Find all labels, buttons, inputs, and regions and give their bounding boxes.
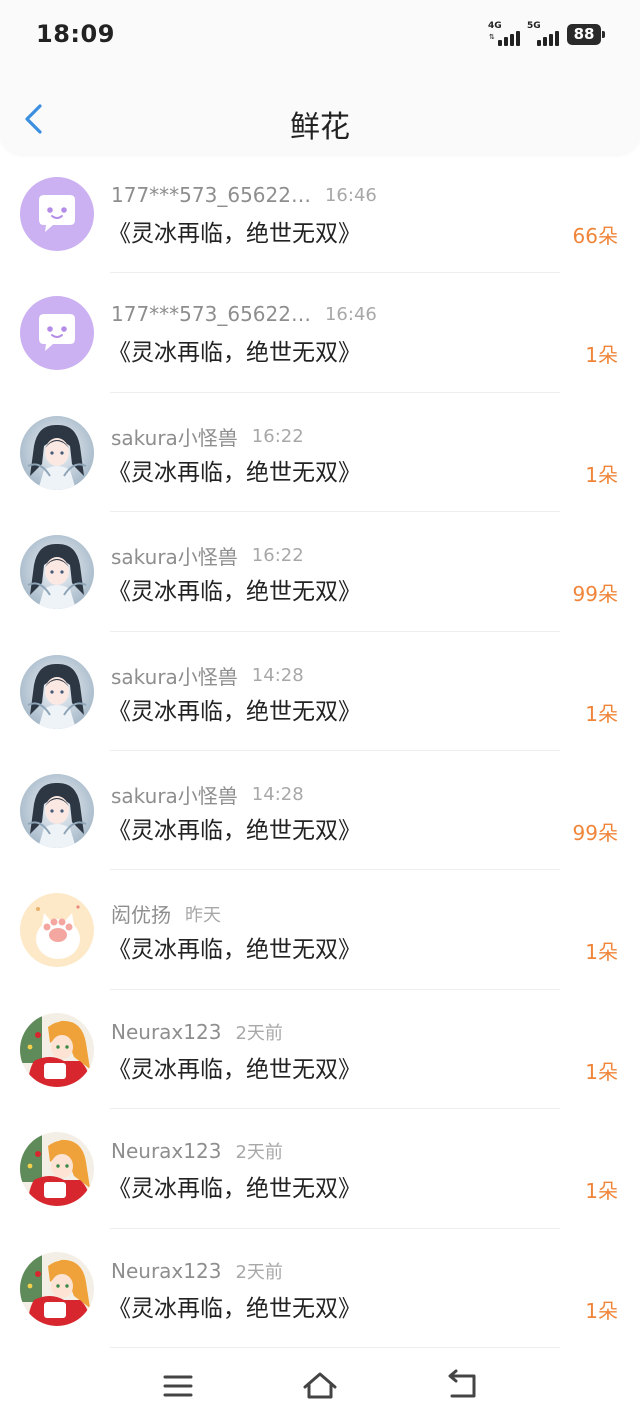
item-time: 16:22 [251,425,304,447]
sender-name: Neurax123 [111,1019,222,1044]
status-bar: 18:09 4G ⇅ 5G 88 [0,0,640,70]
system-back-button[interactable] [442,1368,482,1404]
sender-name: 177***573_65622… [111,183,311,207]
flower-count: 1朵 [585,1179,618,1204]
item-meta: Neurax123 2天前 [111,1258,283,1284]
flower-list: 177***573_65622… 16:46 《灵冰再临，绝世无双》 66朵 177**… [0,154,640,1348]
avatar[interactable] [20,415,94,490]
flower-list-item[interactable]: sakura小怪兽 14:28 《灵冰再临，绝世无双》 99朵 [0,751,640,871]
avatar[interactable] [20,1012,94,1087]
item-time: 昨天 [185,904,221,926]
flower-list-item[interactable]: sakura小怪兽 14:28 《灵冰再临，绝世无双》 1朵 [0,632,640,751]
flower-count: 1朵 [585,940,618,965]
item-meta: 177***573_65622… 16:46 [111,183,377,209]
item-time: 2天前 [235,1142,283,1164]
avatar[interactable] [20,1132,94,1207]
item-meta: sakura小怪兽 16:22 [111,422,304,450]
sender-name: sakura小怪兽 [111,664,238,689]
row-divider [110,1346,560,1348]
sender-name: sakura小怪兽 [111,425,238,450]
menu-icon [163,1375,193,1397]
item-meta: 177***573_65622… 16:46 [111,302,377,328]
sender-name: Neurax123 [111,1258,222,1283]
sender-name: sakura小怪兽 [111,545,238,570]
flower-count: 1朵 [585,1059,618,1084]
work-title: 《灵冰再临，绝世无双》 [108,221,361,247]
back-icon [448,1369,476,1398]
flower-list-item[interactable]: Neurax123 2天前《灵冰再临，绝世无双》 1朵 [0,1229,640,1348]
flower-count: 99朵 [572,582,618,607]
page-title: 鲜花 [290,110,350,145]
avatar[interactable] [20,893,94,968]
flower-count: 1朵 [585,1298,618,1323]
battery-icon: 88 [567,24,605,45]
flower-list-item[interactable]: sakura小怪兽 16:22 《灵冰再临，绝世无双》 99朵 [0,512,640,632]
work-title: 《灵冰再临，绝世无双》 [108,579,361,606]
flower-count: 1朵 [585,701,618,726]
signal-5g-icon: 5G [527,22,561,46]
avatar[interactable] [20,773,94,848]
flower-list-item[interactable]: Neurax123 2天前《灵冰再临，绝世无双》 1朵 [0,1109,640,1229]
data-arrows-icon: ⇅ [489,33,495,41]
signal-4g-label: 4G [488,21,502,31]
item-time: 14:28 [251,783,304,805]
avatar[interactable] [20,296,94,371]
nav-bar: 鲜花 [0,86,640,154]
flower-count: 66朵 [572,224,618,248]
avatar[interactable] [20,535,94,610]
item-time: 16:46 [324,184,377,206]
top-panel: 18:09 4G ⇅ 5G 88 鲜花 [0,0,640,154]
avatar[interactable] [20,177,94,251]
work-title: 《灵冰再临，绝世无双》 [108,459,361,486]
signal-5g-label: 5G [527,21,541,31]
item-time: 16:22 [251,545,304,567]
sender-name: sakura小怪兽 [111,783,238,808]
item-time: 16:46 [324,303,377,325]
menu-button[interactable] [158,1368,198,1404]
work-title: 《灵冰再临，绝世无双》 [108,1056,361,1083]
flower-list-item[interactable]: 闳优扬 昨天《灵冰再临，绝世无双》 1朵 [0,870,640,990]
flower-list-item[interactable]: 177***573_65622… 16:46 《灵冰再临，绝世无双》 66朵 [0,154,640,274]
item-meta: Neurax123 2天前 [111,1019,283,1045]
flower-list-item[interactable]: 177***573_65622… 16:46 《灵冰再临，绝世无双》 1朵 [0,273,640,393]
flower-count: 99朵 [572,820,618,845]
status-time: 18:09 [36,20,115,48]
sender-name: Neurax123 [111,1139,222,1164]
work-title: 《灵冰再临，绝世无双》 [108,817,361,844]
avatar[interactable] [20,654,94,729]
work-title: 《灵冰再临，绝世无双》 [108,1295,361,1322]
item-meta: 闳优扬 昨天 [111,899,221,928]
home-icon [303,1372,337,1399]
home-button[interactable] [300,1368,340,1404]
system-nav-bar [0,1350,640,1422]
item-meta: sakura小怪兽 14:28 [111,661,304,689]
work-title: 《灵冰再临，绝世无双》 [108,1176,361,1203]
avatar[interactable] [20,1251,94,1326]
item-meta: sakura小怪兽 14:28 [111,780,304,808]
flower-count: 1朵 [585,462,618,487]
item-time: 2天前 [235,1261,283,1283]
flower-count: 1朵 [585,343,618,368]
flower-list-item[interactable]: sakura小怪兽 16:22 《灵冰再临，绝世无双》 1朵 [0,393,640,513]
flower-list-item[interactable]: Neurax123 2天前《灵冰再临，绝世无双》 1朵 [0,990,640,1110]
sender-name: 闳优扬 [111,903,171,928]
signal-4g-icon: 4G ⇅ [488,22,522,46]
work-title: 《灵冰再临，绝世无双》 [108,340,361,367]
item-meta: sakura小怪兽 16:22 [111,541,304,570]
work-title: 《灵冰再临，绝世无双》 [108,937,361,964]
item-time: 14:28 [251,664,304,686]
sender-name: 177***573_65622… [111,302,311,327]
work-title: 《灵冰再临，绝世无双》 [108,698,361,725]
item-meta: Neurax123 2天前 [111,1138,283,1164]
item-time: 2天前 [235,1022,283,1044]
